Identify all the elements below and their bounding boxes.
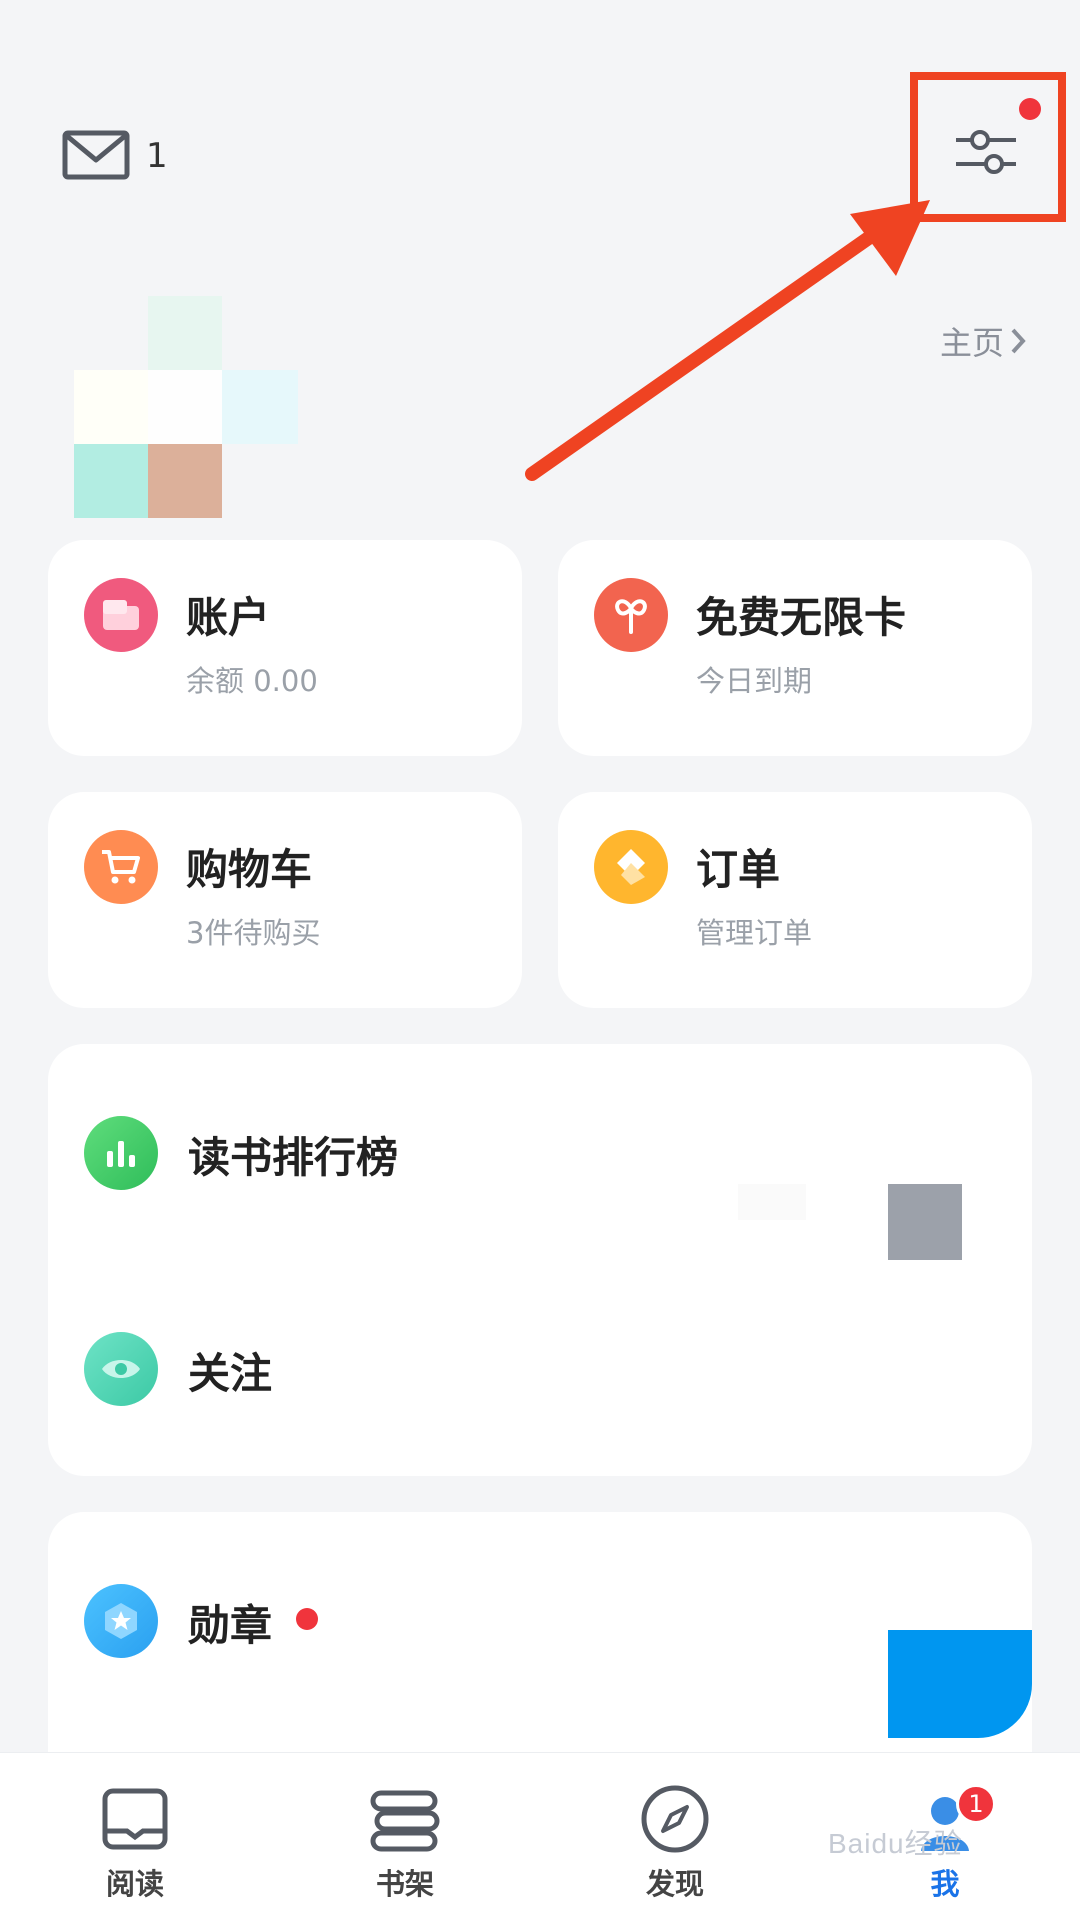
compass-icon <box>641 1785 709 1853</box>
nav-label-me: 我 <box>930 1867 960 1901</box>
order-title: 订单 <box>696 845 781 894</box>
nav-badge: 1 <box>956 1784 996 1824</box>
infinity-icon <box>594 578 668 652</box>
nav-label-discover: 发现 <box>645 1867 704 1901</box>
account-card[interactable]: 账户 余额 0.00 <box>48 540 522 756</box>
cart-icon <box>84 830 158 904</box>
ranking-row[interactable]: 读书排行榜 <box>48 1044 1032 1260</box>
follow-title: 关注 <box>188 1349 273 1398</box>
free-card-title: 免费无限卡 <box>696 593 907 642</box>
account-title: 账户 <box>186 593 271 642</box>
nav-item-discover[interactable]: 发现 <box>540 1753 810 1921</box>
envelope-icon[interactable] <box>62 130 130 180</box>
cart-title: 购物车 <box>186 845 313 894</box>
watermark: Baidu经验 <box>828 1828 963 1859</box>
list-card: 读书排行榜 关注 <box>48 1044 1032 1476</box>
nav-item-bookshelf[interactable]: 书架 <box>270 1753 540 1921</box>
cart-count: 3件待购买 <box>186 916 321 950</box>
nav-label-read: 阅读 <box>105 1867 164 1901</box>
home-link[interactable]: 主页 <box>940 318 1026 364</box>
avatar[interactable] <box>74 296 298 518</box>
bookshelf-icon <box>370 1790 440 1852</box>
free-card-expiry: 今日到期 <box>696 664 813 698</box>
bar-chart-icon <box>84 1116 158 1190</box>
order-manage: 管理订单 <box>696 916 813 950</box>
sliders-icon[interactable] <box>954 126 1018 176</box>
nav-item-read[interactable]: 阅读 <box>0 1753 270 1921</box>
chevron-right-icon <box>1011 328 1026 354</box>
medal-title: 勋章 <box>188 1601 273 1650</box>
medal-new-dot <box>296 1608 318 1630</box>
nav-label-bookshelf: 书架 <box>375 1867 434 1901</box>
ranking-title: 读书排行榜 <box>188 1133 399 1182</box>
follow-row[interactable]: 关注 <box>48 1260 1032 1476</box>
notification-dot <box>1019 98 1041 120</box>
badge-icon <box>84 1584 158 1658</box>
annotation-arrow <box>525 200 930 481</box>
free-card-card[interactable]: 免费无限卡 今日到期 <box>558 540 1032 756</box>
account-balance: 余额 0.00 <box>186 664 318 698</box>
book-icon <box>102 1788 168 1850</box>
wallet-icon <box>84 578 158 652</box>
cart-card[interactable]: 购物车 3件待购买 <box>48 792 522 1008</box>
eye-icon <box>84 1332 158 1406</box>
home-link-label: 主页 <box>940 324 1005 362</box>
order-card[interactable]: 订单 管理订单 <box>558 792 1032 1008</box>
order-icon <box>594 830 668 904</box>
mail-count: 1 <box>146 136 168 176</box>
